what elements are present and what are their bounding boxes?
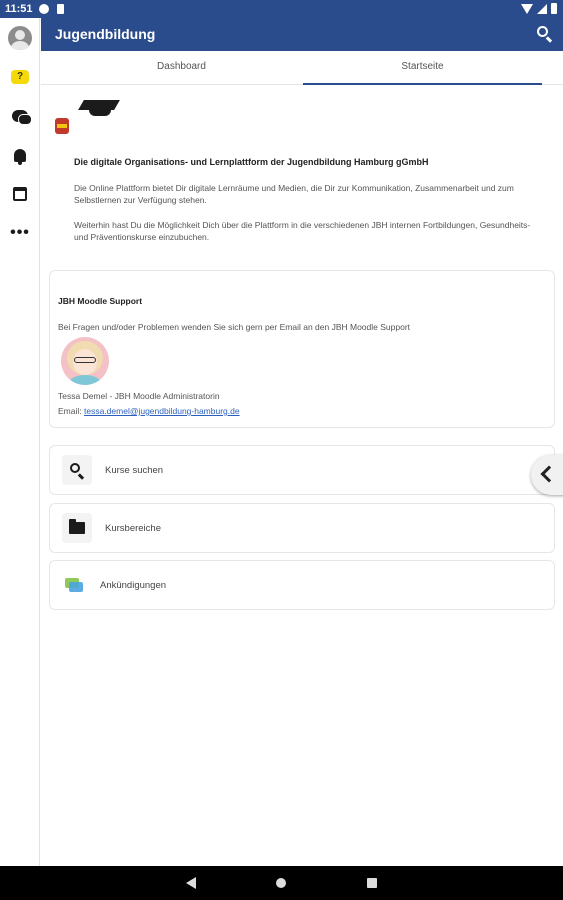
status-bar: 11:51	[0, 0, 563, 18]
avatar-icon	[8, 26, 32, 50]
admin-avatar	[61, 337, 109, 385]
bell-icon	[14, 148, 26, 165]
user-menu-button[interactable]	[0, 23, 40, 53]
support-card: JBH Moodle Support Bei Fragen und/oder P…	[49, 270, 555, 428]
announcements-block[interactable]: Ankündigungen	[49, 560, 555, 610]
folder-icon-box	[62, 513, 92, 543]
signal-icon	[537, 3, 547, 14]
side-navigation-rail: ? •••	[0, 18, 40, 866]
block-label: Kurse suchen	[105, 465, 164, 476]
support-title: JBH Moodle Support	[58, 296, 143, 306]
block-label: Ankündigungen	[100, 580, 167, 591]
admin-email-line: Email: tessa.demel@jugendbildung-hamburg…	[58, 406, 240, 416]
open-blocks-drawer-button[interactable]	[531, 455, 563, 495]
search-icon	[69, 462, 85, 480]
block-label: Kursbereiche	[105, 523, 161, 534]
email-label: Email:	[58, 406, 82, 416]
site-home-button[interactable]: ?	[0, 62, 40, 92]
calendar-button[interactable]	[0, 179, 40, 209]
calendar-icon	[13, 187, 27, 201]
tab-bar: Dashboard Startseite	[41, 51, 563, 85]
messages-button[interactable]	[0, 101, 40, 131]
intro-paragraph: Weiterhin hast Du die Möglichkeit Dich ü…	[74, 220, 531, 242]
search-icon-box	[62, 455, 92, 485]
battery-icon	[551, 3, 557, 14]
status-indicators	[521, 3, 557, 14]
messages-icon	[12, 110, 32, 125]
recent-apps-icon[interactable]	[367, 878, 377, 888]
announcements-icon-box	[64, 570, 84, 600]
announcements-icon	[65, 578, 83, 592]
notifications-button[interactable]	[0, 140, 40, 170]
app-bar: Jugendbildung	[41, 18, 563, 51]
jugendbildung-logo	[53, 96, 123, 138]
home-icon[interactable]	[276, 878, 286, 888]
intro-paragraph: Die Online Plattform bietet Dir digitale…	[74, 183, 514, 205]
support-text: Bei Fragen und/oder Problemen wenden Sie…	[58, 322, 411, 332]
sd-card-icon	[57, 4, 64, 14]
site-home-icon: ?	[11, 70, 29, 84]
wifi-icon	[521, 3, 533, 14]
intro-title: Die digitale Organisations- und Lernplat…	[74, 157, 429, 167]
tab-startseite[interactable]: Startseite	[303, 51, 542, 85]
app-notification-icon	[39, 4, 49, 14]
back-icon[interactable]	[186, 877, 196, 889]
page-title: Jugendbildung	[55, 26, 156, 42]
course-categories-block[interactable]: Kursbereiche	[49, 503, 555, 553]
admin-name: Tessa Demel - JBH Moodle Administratorin	[58, 391, 220, 401]
tab-dashboard[interactable]: Dashboard	[62, 51, 301, 85]
search-button[interactable]	[535, 24, 555, 44]
folder-icon	[69, 519, 85, 534]
more-icon: •••	[10, 224, 30, 241]
system-navigation-bar	[0, 866, 563, 900]
more-button[interactable]: •••	[0, 218, 40, 248]
search-courses-block[interactable]: Kurse suchen	[49, 445, 555, 495]
chevron-left-icon	[540, 465, 558, 483]
search-icon	[537, 26, 548, 37]
status-time: 11:51	[5, 3, 33, 15]
email-link[interactable]: tessa.demel@jugendbildung-hamburg.de	[84, 406, 240, 416]
